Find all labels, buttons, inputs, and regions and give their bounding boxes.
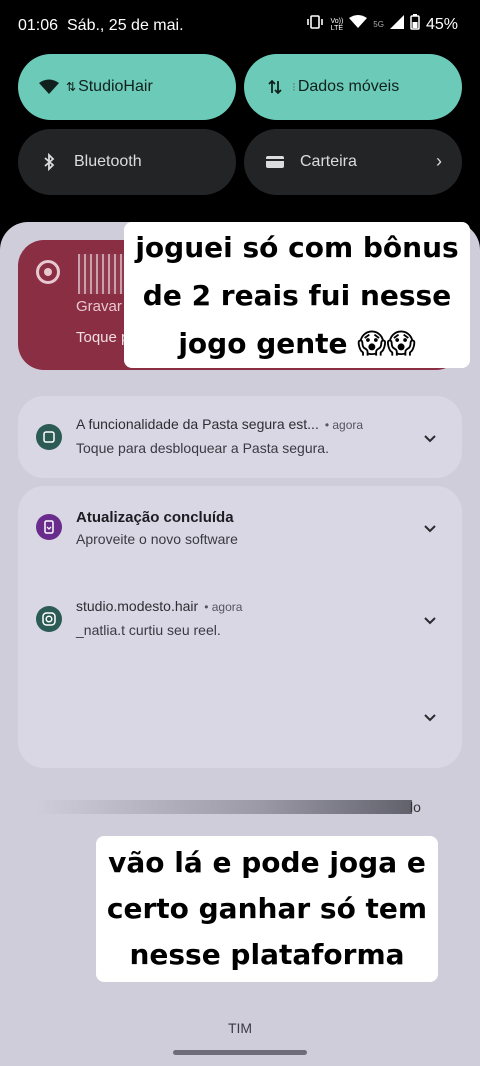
expand-chevron-icon[interactable]: [422, 430, 438, 446]
status-bar: 01:06 Sáb., 25 de mai. Vo)) LTE 5G 45%: [0, 0, 480, 52]
faded-notification-text: lo: [410, 799, 421, 815]
battery-icon: [410, 14, 420, 35]
tile-mobile-data-label: Dados móveis: [297, 78, 400, 95]
caption-line: de 2 reais fui nesse: [142, 279, 452, 312]
tile-wifi-label: StudioHair: [78, 78, 153, 95]
wifi-status-icon: [349, 15, 368, 34]
tile-bluetooth[interactable]: Bluetooth: [18, 129, 236, 195]
expand-chevron-icon[interactable]: [422, 612, 438, 628]
tile-wallet[interactable]: Carteira ›: [244, 129, 462, 195]
caption-line: joguei só com bônus: [135, 231, 459, 264]
tile-mobile-data[interactable]: ⁝ Dados móveis: [244, 54, 462, 120]
notification-group: Atualização concluída Aproveite o novo s…: [18, 486, 462, 768]
signal-icon: [389, 15, 404, 34]
wifi-icon: [38, 76, 60, 98]
dots-icon: ⁝: [292, 80, 296, 94]
tile-wallet-label: Carteira: [300, 153, 357, 170]
screen-record-icon: [36, 260, 60, 284]
caption-line: jogo gente 😱😱: [178, 327, 416, 360]
home-gesture-bar[interactable]: [173, 1050, 307, 1055]
faded-notification-line: [36, 800, 412, 814]
software-update-icon: [36, 514, 62, 540]
recording-title: Gravar: [76, 298, 122, 315]
caption-line: vão lá e pode joga e: [108, 846, 426, 879]
tile-bluetooth-label: Bluetooth: [74, 153, 142, 170]
notification-title: studio.modesto.hair • agora: [76, 598, 243, 614]
mobile-data-icon: [264, 76, 286, 98]
instagram-icon: [36, 606, 62, 632]
caption-bottom: vão lá e pode joga e certo ganhar só tem…: [96, 836, 438, 982]
status-date: Sáb., 25 de mai.: [67, 17, 184, 34]
notification-title: A funcionalidade da Pasta segura est... •…: [76, 416, 364, 432]
caption-top: joguei só com bônus de 2 reais fui nesse…: [124, 222, 470, 368]
notification-secure-folder[interactable]: A funcionalidade da Pasta segura est... •…: [18, 396, 462, 478]
tile-wifi[interactable]: ⇅ StudioHair: [18, 54, 236, 120]
notification-text: Toque para desbloquear a Pasta segura.: [76, 440, 329, 456]
wifi-activity-icon: ⇅: [66, 80, 77, 94]
expand-chevron-icon[interactable]: [422, 709, 438, 725]
network-type-label: 5G: [373, 20, 384, 29]
secure-folder-icon: [36, 424, 62, 450]
chevron-right-icon: ›: [436, 151, 442, 171]
volte-icon: Vo)) LTE: [330, 17, 344, 32]
expand-chevron-icon[interactable]: [422, 520, 438, 536]
battery-percent: 45%: [425, 15, 458, 33]
notification-text: Aproveite o novo software: [76, 531, 238, 547]
status-time: 01:06: [18, 17, 59, 34]
bluetooth-icon: [38, 151, 60, 173]
wallet-icon: [264, 151, 286, 173]
carrier-label: TIM: [227, 1020, 253, 1036]
vibrate-icon: [306, 14, 324, 35]
notification-title: Atualização concluída: [76, 509, 234, 526]
caption-line: nesse plataforma: [129, 938, 405, 971]
caption-line: certo ganhar só tem: [106, 892, 428, 925]
status-icons: Vo)) LTE 5G 45%: [306, 14, 458, 35]
notification-text: _natlia.t curtiu seu reel.: [76, 622, 221, 638]
